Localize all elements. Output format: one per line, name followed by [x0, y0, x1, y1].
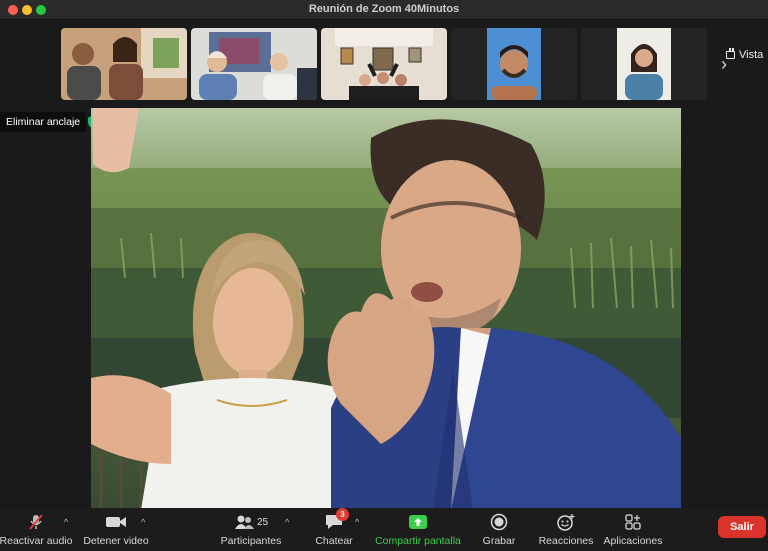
chat-label: Chatear [315, 535, 353, 547]
participant-strip: › Vista [0, 20, 768, 106]
participants-count: 25 [256, 516, 269, 528]
spotlight-video[interactable] [91, 108, 681, 510]
participant-video-3 [321, 28, 447, 100]
unpin-button[interactable]: Eliminar anclaje [0, 112, 87, 132]
participant-thumbnail-3[interactable] [321, 28, 447, 100]
share-screen-label: Compartir pantalla [375, 535, 461, 547]
microphone-muted-icon [29, 514, 43, 530]
participant-thumbnail-4[interactable] [451, 28, 577, 100]
meeting-toolbar: Reactivar audio ^ Detener video ^ 25 Par… [0, 508, 768, 551]
unmute-label: Reactivar audio [0, 535, 73, 547]
leave-meeting-button[interactable]: Salir [718, 516, 766, 538]
participant-thumbnail-2[interactable] [191, 28, 317, 100]
share-screen-button[interactable]: Compartir pantalla [372, 512, 464, 548]
unmute-button[interactable]: Reactivar audio [0, 512, 73, 548]
apps-button[interactable]: Aplicaciones [602, 512, 664, 548]
calendar-grid-icon [726, 48, 735, 59]
participant-video-1 [61, 28, 187, 100]
share-screen-icon [409, 515, 427, 529]
apps-label: Aplicaciones [603, 535, 663, 547]
record-button[interactable]: Grabar [478, 512, 520, 548]
window-title: Reunión de Zoom 40Minutos [308, 3, 460, 15]
chat-button[interactable]: 3 Chatear [312, 508, 356, 548]
participant-thumbnail-1[interactable] [61, 28, 187, 100]
record-label: Grabar [482, 535, 516, 547]
spotlight-video-frame [91, 108, 681, 510]
participant-thumbnail-5[interactable] [581, 28, 707, 100]
participants-button[interactable]: 25 Participantes [218, 512, 284, 548]
reactions-button[interactable]: Reacciones [536, 512, 596, 548]
view-button[interactable]: Vista [726, 48, 763, 62]
participant-video-2 [191, 28, 317, 100]
chat-unread-badge: 3 [336, 508, 349, 521]
reaction-emoji-icon [557, 514, 575, 531]
window-titlebar: Reunión de Zoom 40Minutos [0, 0, 768, 20]
participants-icon [234, 515, 254, 529]
video-options-caret-icon[interactable]: ^ [141, 517, 145, 527]
unpin-label: Eliminar anclaje [6, 116, 81, 128]
record-icon [490, 513, 508, 531]
participant-video-5 [581, 28, 707, 100]
participants-label: Participantes [220, 535, 282, 547]
participant-video-4 [451, 28, 577, 100]
camera-icon [106, 517, 126, 527]
chat-options-caret-icon[interactable]: ^ [355, 517, 359, 527]
audio-options-caret-icon[interactable]: ^ [64, 517, 68, 527]
participants-options-caret-icon[interactable]: ^ [285, 517, 289, 527]
reactions-label: Reacciones [538, 535, 594, 547]
apps-icon [625, 514, 641, 530]
stop-video-label: Detener video [83, 535, 149, 547]
view-label: Vista [739, 49, 764, 61]
